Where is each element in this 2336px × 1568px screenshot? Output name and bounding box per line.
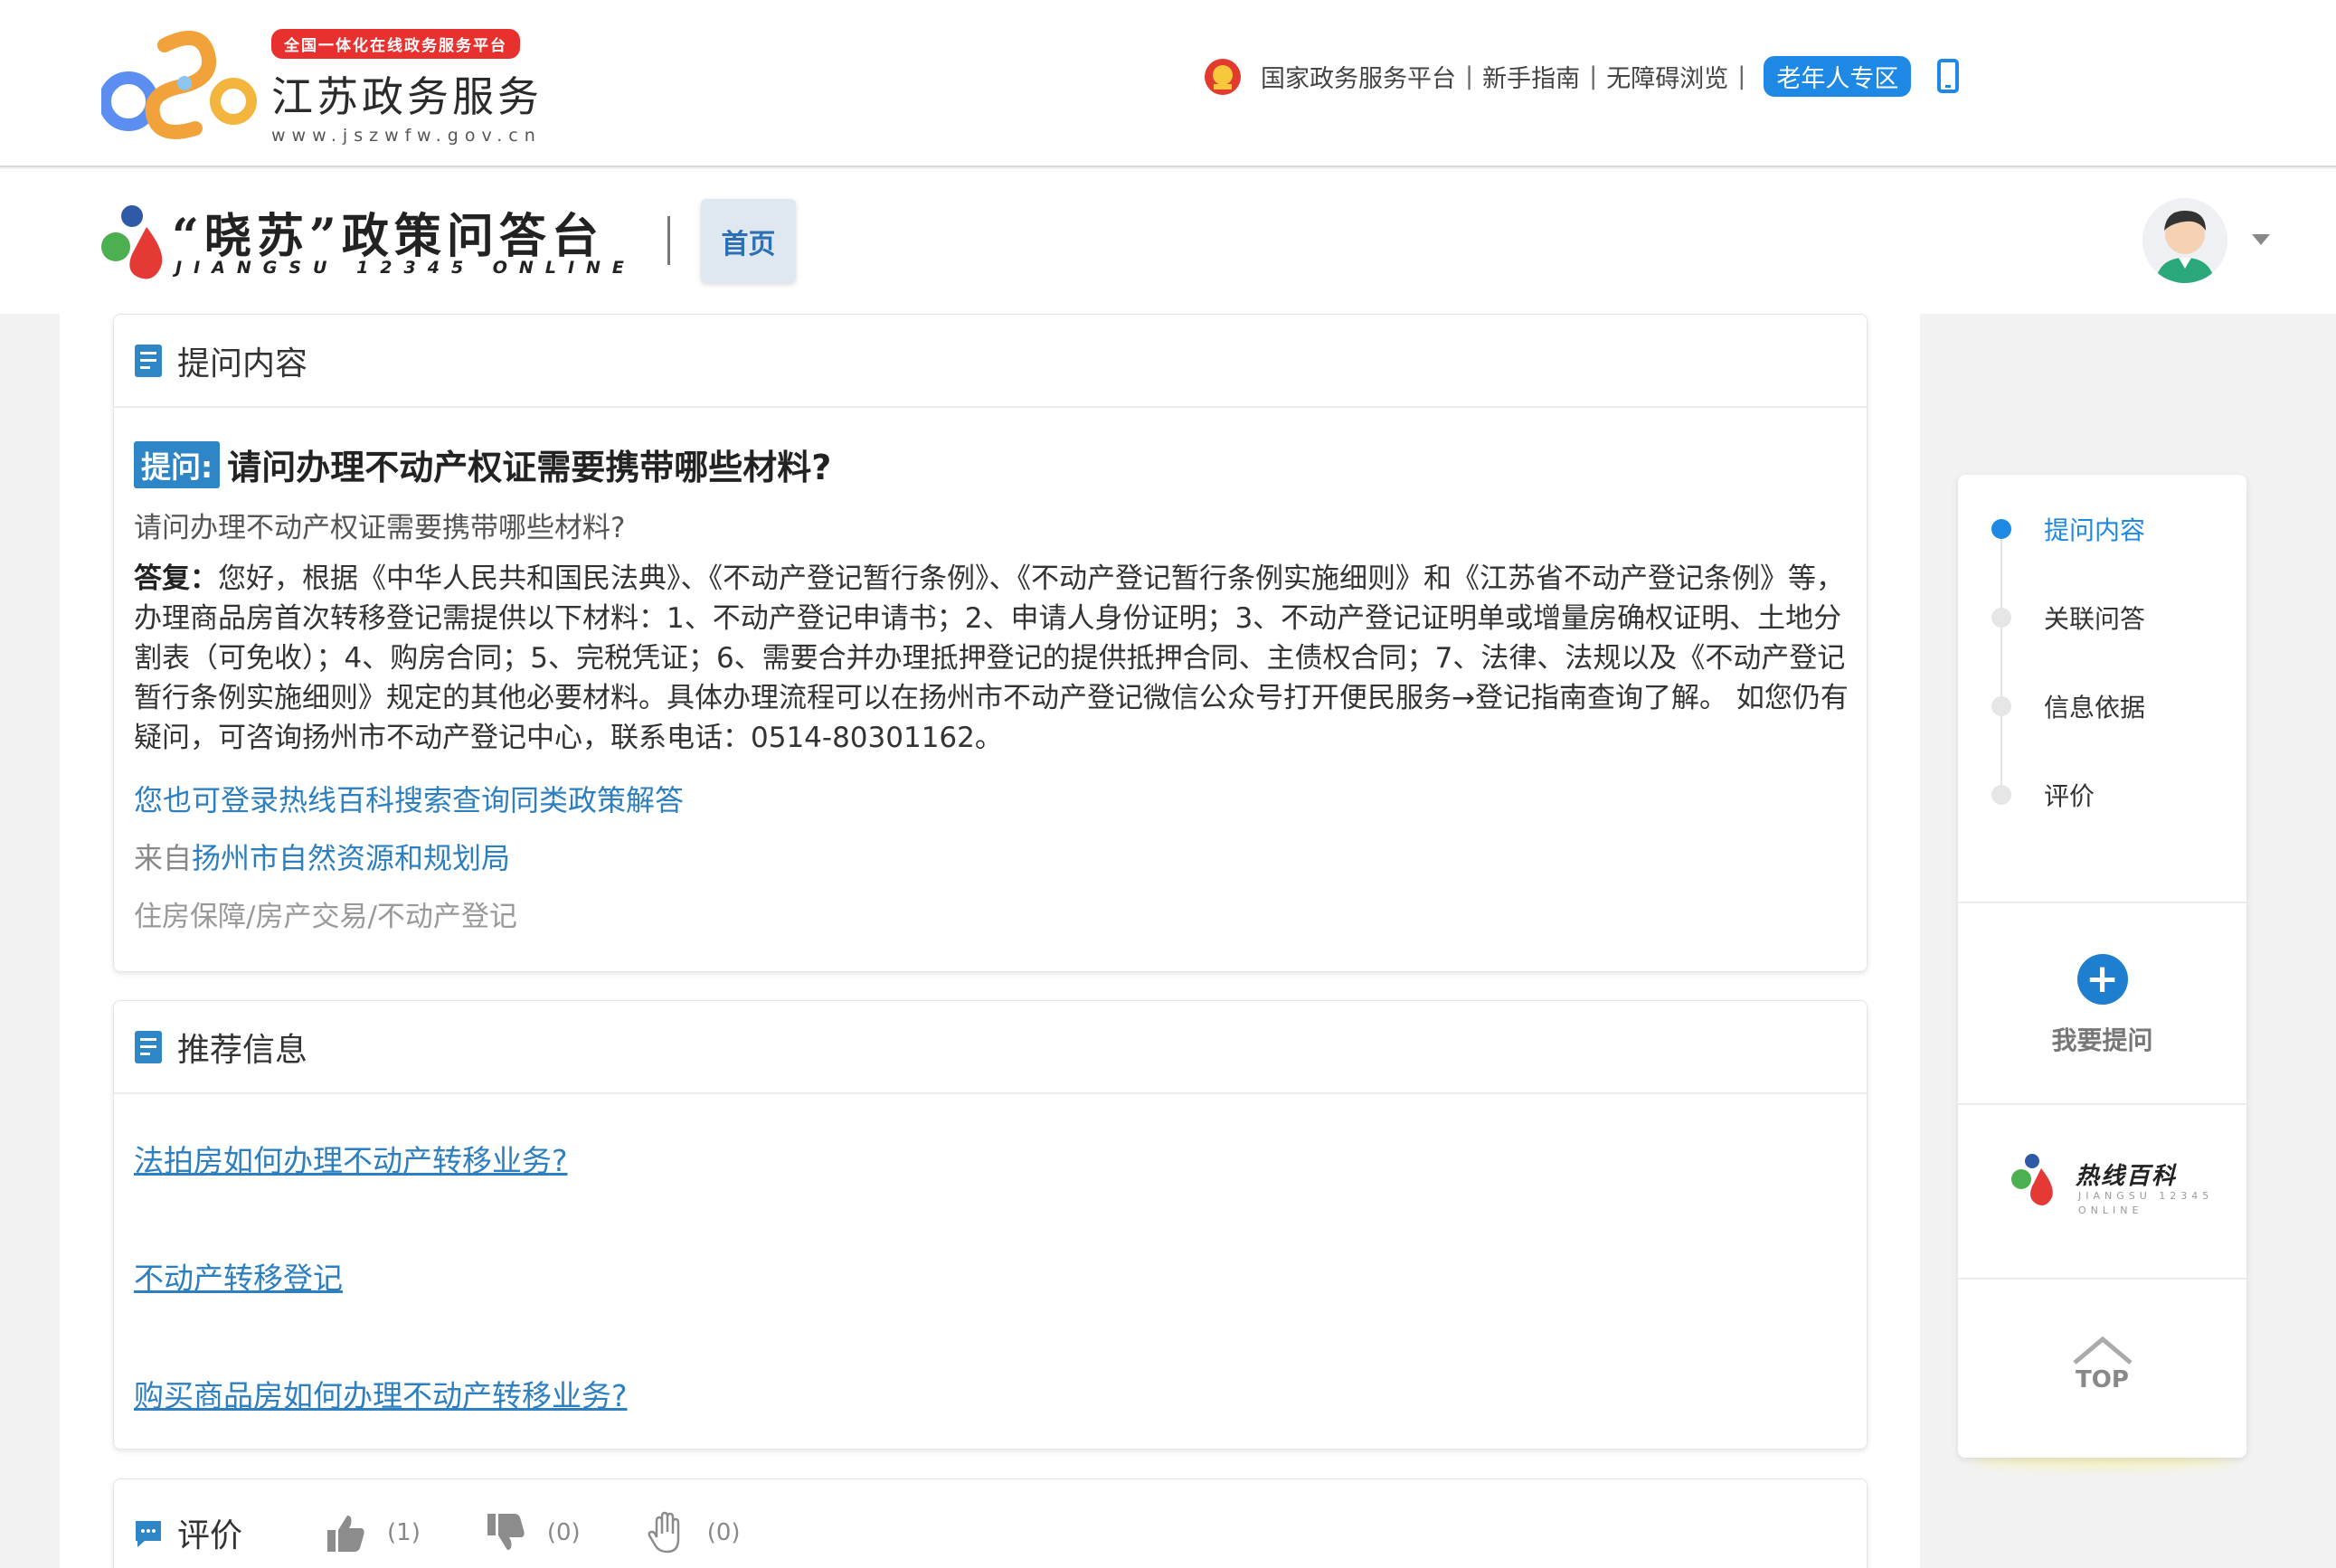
- avatar-icon: [2155, 211, 2215, 283]
- accessible-browse-link[interactable]: 无障碍浏览: [1606, 59, 1728, 94]
- source-department-link[interactable]: 扬州市自然资源和规划局: [192, 841, 510, 875]
- chevron-up-icon: [2072, 1336, 2133, 1365]
- platform-badge: 全国一体化在线政务服务平台: [271, 29, 520, 59]
- recommend-card: 推荐信息 法拍房如何办理不动产转移业务? 不动产转移登记 购买商品房如何办理不动…: [113, 1000, 1868, 1450]
- document-icon: [135, 344, 162, 377]
- recommend-link[interactable]: 不动产转移登记: [134, 1254, 343, 1298]
- side-divider: [1958, 1103, 2246, 1105]
- source-line: 来自扬州市自然资源和规划局: [134, 836, 510, 877]
- like-count: (1): [387, 1519, 421, 1546]
- toc-timeline: [2000, 522, 2002, 793]
- nav-divider: [667, 216, 670, 265]
- category-path: 住房保障/房产交易/不动产登记: [134, 901, 517, 933]
- document-icon: [135, 1030, 162, 1063]
- separator: |: [1737, 62, 1746, 90]
- toc-dot: [1991, 608, 2011, 628]
- separator: |: [1465, 62, 1474, 90]
- plus-icon: +: [2076, 954, 2128, 1005]
- evaluation-card: 评价 (1) (0) (0): [113, 1478, 1868, 1568]
- recommend-link[interactable]: 购买商品房如何办理不动产转移业务?: [134, 1372, 628, 1415]
- home-tab[interactable]: 首页: [701, 199, 796, 283]
- evaluation-title: 评价: [177, 1517, 243, 1554]
- evaluation-row: 评价 (1) (0) (0): [114, 1479, 1867, 1568]
- qa-platform-title[interactable]: “晓苏”政策问答台: [172, 198, 604, 266]
- recommend-link[interactable]: 法拍房如何办理不动产转移业务?: [134, 1137, 568, 1180]
- toc-item-basis[interactable]: 信息依据: [1991, 688, 2145, 724]
- dislike-count: (0): [546, 1519, 581, 1546]
- side-divider: [1958, 902, 2246, 903]
- question-card-header: 提问内容: [114, 315, 1867, 408]
- toc-dot: [1991, 696, 2011, 716]
- baike-search-link[interactable]: 您也可登录热线百科搜索查询同类政策解答: [134, 778, 684, 819]
- question-badge: 提问:: [134, 440, 221, 488]
- answer-label: 答复：: [134, 562, 218, 595]
- question-card: 提问内容 提问: 请问办理不动产权证需要携带哪些材料? 请问办理不动产权证需要携…: [113, 314, 1868, 972]
- toc-label: 提问内容: [2044, 515, 2146, 545]
- national-platform-link[interactable]: 国家政务服务平台: [1261, 59, 1456, 94]
- toc-label: 评价: [2044, 781, 2095, 811]
- mobile-phone-icon[interactable]: [1936, 58, 1960, 95]
- thumbs-up-icon: [327, 1516, 364, 1552]
- source-prefix: 来自: [134, 841, 193, 875]
- thumbs-down-icon: [487, 1514, 525, 1550]
- answer-text: 答复：您好，根据《中华人民共和国民法典》、《不动产登记暂行条例》、《不动产登记暂…: [134, 559, 1849, 758]
- ask-question-label: 我要提问: [2051, 1025, 2153, 1055]
- question-title-line: 提问: 请问办理不动产权证需要携带哪些材料?: [134, 439, 831, 489]
- toc-item-evaluation[interactable]: 评价: [1991, 777, 2095, 813]
- question-card-title: 提问内容: [177, 345, 308, 383]
- ask-question-button[interactable]: + 我要提问: [1958, 954, 2246, 1057]
- side-toc: 提问内容 关联问答 信息依据 评价: [1958, 475, 2246, 902]
- dislike-button[interactable]: (0): [484, 1510, 581, 1555]
- like-button[interactable]: (1): [324, 1510, 421, 1555]
- site-title[interactable]: 江苏政务服务: [271, 64, 543, 124]
- recommend-card-header: 推荐信息: [114, 1001, 1867, 1094]
- toc-item-question[interactable]: 提问内容: [1991, 511, 2145, 547]
- toc-item-related[interactable]: 关联问答: [1991, 600, 2145, 636]
- toc-label: 信息依据: [2044, 693, 2146, 723]
- site-url: www.jszwfw.gov.cn: [271, 126, 542, 146]
- hotline-baike-subtitle: JIANGSU 12345 ONLINE: [2078, 1190, 2214, 1216]
- side-divider: [1958, 1278, 2246, 1280]
- qa-platform-subtitle: JIANGSU 12345 ONLINE: [175, 258, 636, 278]
- top-header: 全国一体化在线政务服务平台 江苏政务服务 www.jszwfw.gov.cn 国…: [0, 0, 2336, 167]
- secondary-nav: “晓苏”政策问答台 JIANGSU 12345 ONLINE 首页: [0, 169, 2336, 314]
- guide-link[interactable]: 新手指南: [1482, 59, 1580, 94]
- chevron-down-icon[interactable]: [2252, 234, 2270, 245]
- top-links: 国家政务服务平台 | 新手指南 | 无障碍浏览 | 老年人专区: [1203, 56, 1960, 97]
- toc-dot: [1991, 519, 2011, 539]
- user-avatar[interactable]: [2142, 198, 2227, 283]
- hand-count: (0): [706, 1519, 741, 1546]
- xiaosu-logo-icon[interactable]: [98, 202, 172, 285]
- jszwfw-logo-icon[interactable]: [101, 27, 257, 143]
- toc-label: 关联问答: [2044, 604, 2146, 634]
- elder-zone-button[interactable]: 老年人专区: [1764, 56, 1912, 97]
- side-panel: 提问内容 关联问答 信息依据 评价 + 我要提问 热线百科 JIANGSU 12…: [1958, 475, 2246, 1458]
- back-to-top-label: TOP: [2076, 1366, 2129, 1393]
- separator: |: [1589, 62, 1598, 90]
- question-body: 请问办理不动产权证需要携带哪些材料?: [134, 512, 626, 544]
- hand-button[interactable]: (0): [644, 1510, 741, 1555]
- question-title: 请问办理不动产权证需要携带哪些材料?: [227, 448, 832, 487]
- toc-dot: [1991, 785, 2011, 805]
- recommend-card-title: 推荐信息: [177, 1031, 308, 1069]
- hotline-baike-title[interactable]: 热线百科: [2076, 1157, 2177, 1191]
- raised-hand-icon: [648, 1511, 679, 1554]
- comment-icon: [136, 1521, 161, 1547]
- national-emblem-icon: [1205, 58, 1241, 95]
- answer-content: 您好，根据《中华人民共和国民法典》、《不动产登记暂行条例》、《不动产登记暂行条例…: [134, 562, 1849, 754]
- back-to-top-button[interactable]: TOP: [1958, 1334, 2246, 1393]
